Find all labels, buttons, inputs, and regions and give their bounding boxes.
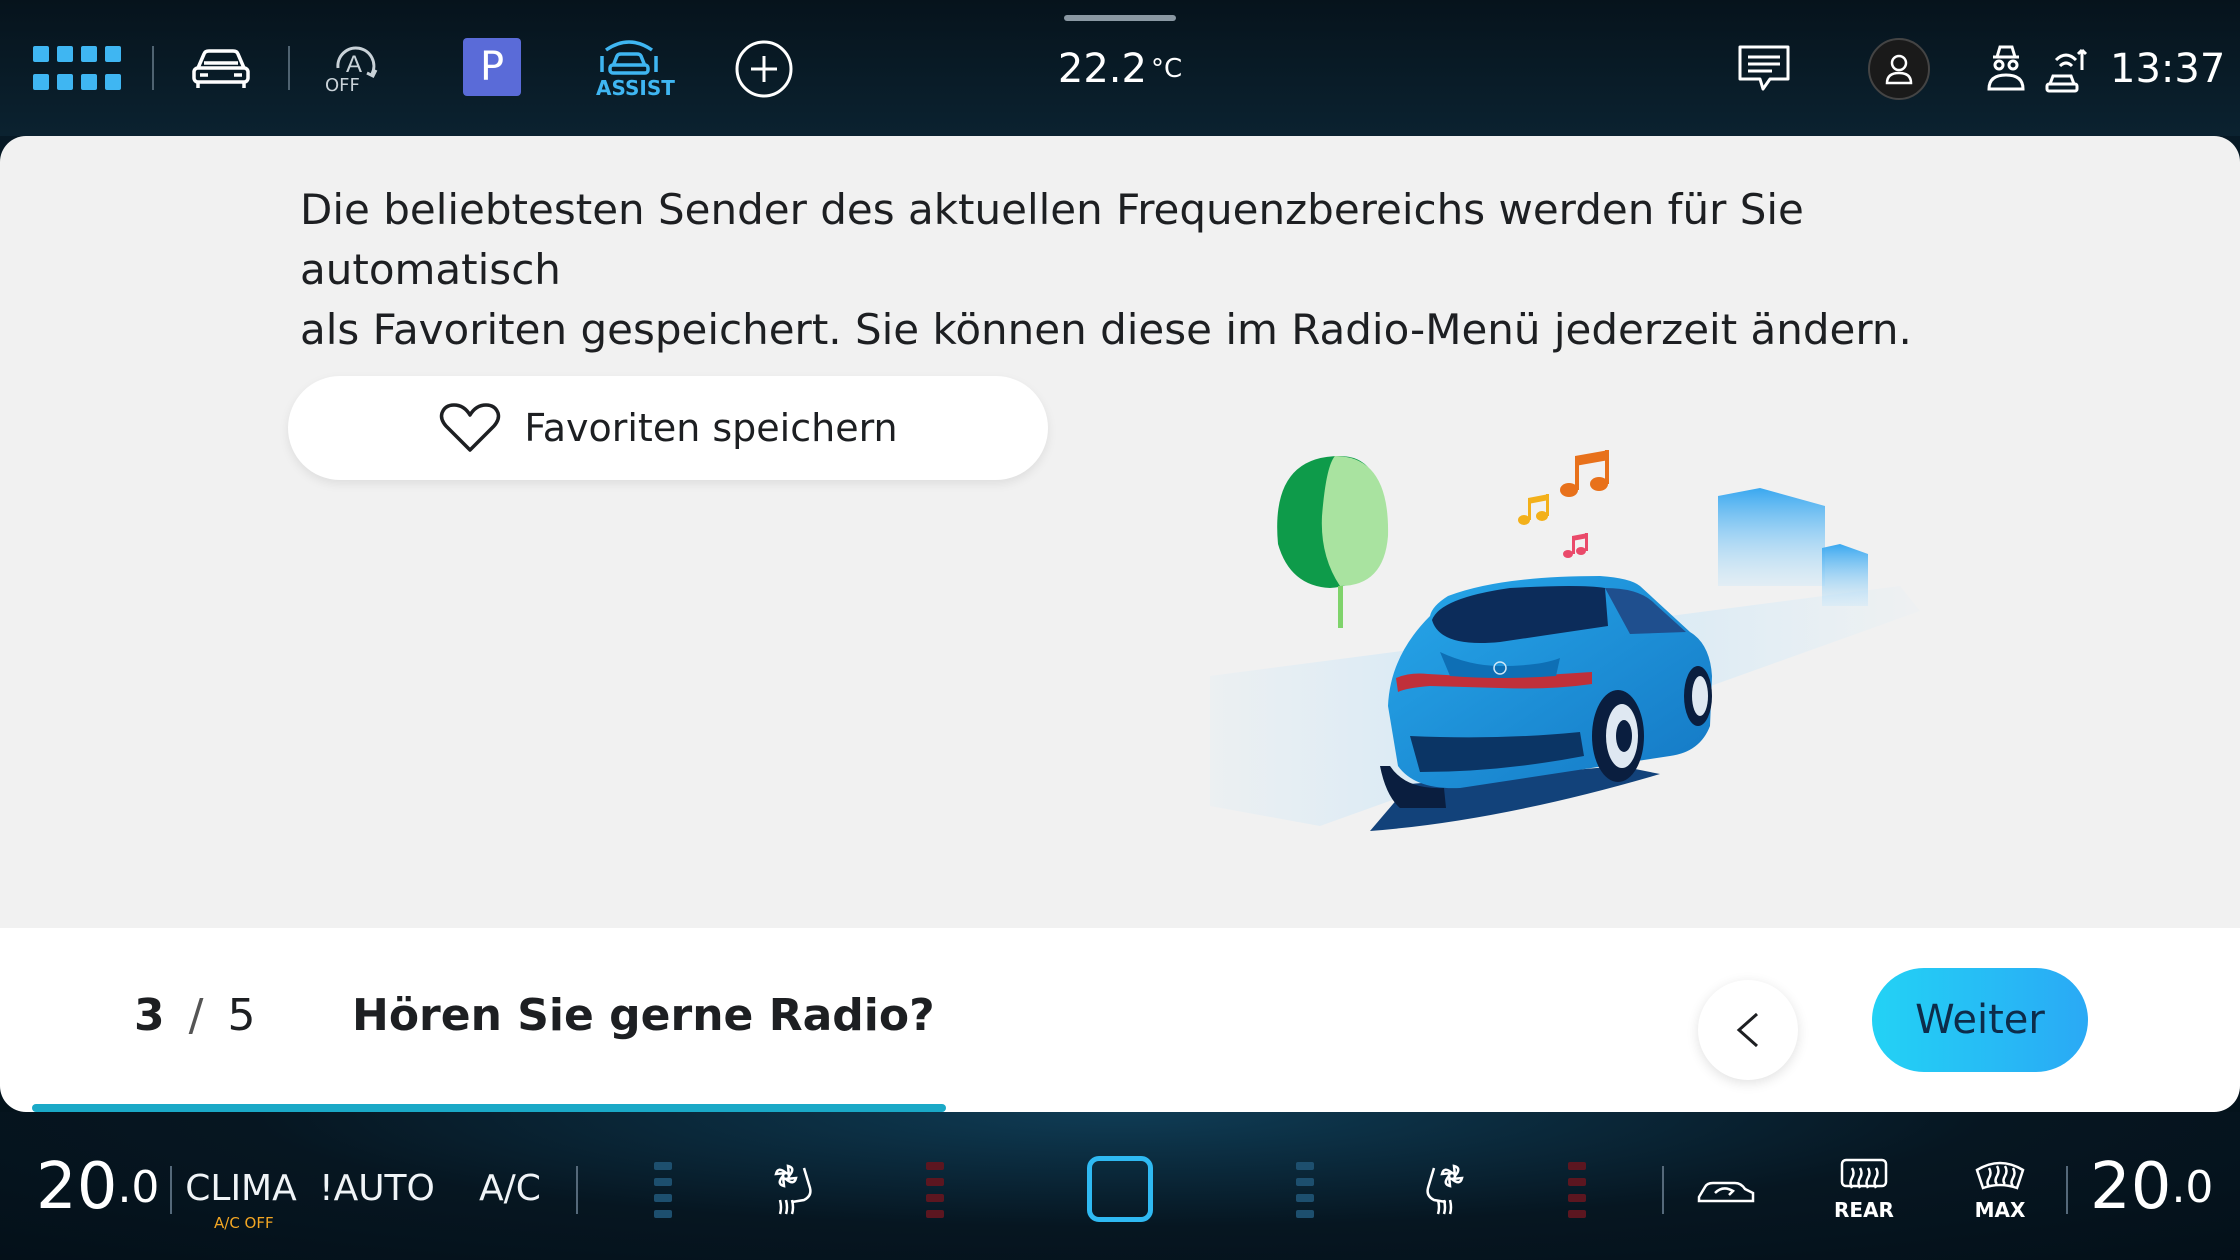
- driver-temperature[interactable]: 20.0: [36, 1150, 160, 1224]
- park-button[interactable]: P: [463, 38, 521, 96]
- description-text: Die beliebtesten Sender des aktuellen Fr…: [300, 180, 1940, 360]
- divider: [170, 1166, 172, 1214]
- step-question: Hören Sie gerne Radio?: [352, 990, 935, 1041]
- save-favorites-label: Favoriten speichern: [524, 406, 898, 450]
- max-defrost-label: MAX: [1974, 1198, 2026, 1222]
- divider: [152, 46, 154, 90]
- divider: [2066, 1166, 2068, 1214]
- divider: [1662, 1166, 1664, 1214]
- radio-car-illustration: [1210, 450, 1920, 831]
- temperature-unit: °C: [1150, 54, 1183, 84]
- passenger-seat-ventilation-icon[interactable]: [1412, 1160, 1472, 1220]
- driver-seat-ventilation-icon[interactable]: [766, 1160, 826, 1220]
- assist-car-icon[interactable]: [596, 36, 662, 76]
- onboarding-step-bar: 3 / 5 Hören Sie gerne Radio? Weiter: [0, 928, 2240, 1112]
- passenger-temperature[interactable]: 20.0: [2090, 1150, 2214, 1224]
- svg-text:A: A: [346, 51, 362, 78]
- max-defrost-icon[interactable]: [1972, 1156, 2028, 1196]
- outside-temperature: 22.2 °C: [1057, 44, 1183, 94]
- progress-fill: [32, 1104, 946, 1112]
- rear-defrost-icon[interactable]: [1836, 1156, 1892, 1196]
- step-indicator: 3 / 5: [134, 990, 255, 1041]
- privacy-mode-icon[interactable]: [1984, 42, 2028, 94]
- ac-button[interactable]: A/C: [470, 1164, 550, 1212]
- description-line-1: Die beliebtesten Sender des aktuellen Fr…: [300, 185, 1804, 294]
- screen: A OFF P ASSIST 22.2 °C 13:37 Die beliebt…: [0, 0, 2240, 1260]
- auto-button[interactable]: !AUTO: [319, 1164, 435, 1212]
- car-connectivity-icon[interactable]: [2044, 44, 2088, 94]
- status-bar: A OFF P ASSIST 22.2 °C 13:37: [0, 0, 2240, 136]
- driver-temp-decimal: .0: [117, 1161, 160, 1213]
- back-button[interactable]: [1698, 980, 1798, 1080]
- step-separator: /: [188, 990, 204, 1041]
- climate-menu-button[interactable]: [1087, 1156, 1153, 1222]
- ac-off-status: A/C OFF: [214, 1214, 274, 1232]
- driver-seat-heat-level: [926, 1162, 944, 1218]
- divider: [576, 1166, 578, 1214]
- save-favorites-button[interactable]: Favoriten speichern: [288, 376, 1048, 480]
- climate-bar: 20.0 CLIMA A/C OFF !AUTO A/C REAR MAX 20…: [0, 1112, 2240, 1260]
- driver-fan-level: [654, 1162, 672, 1218]
- progress-bar: [32, 1104, 2208, 1112]
- auto-hold-status: OFF: [325, 75, 360, 96]
- recirculation-icon[interactable]: [1694, 1166, 1758, 1212]
- description-line-2: als Favoriten gespeichert. Sie können di…: [300, 305, 1912, 354]
- car-icon[interactable]: [186, 40, 256, 96]
- rear-defrost-label: REAR: [1834, 1198, 1894, 1222]
- passenger-fan-level: [1296, 1162, 1314, 1218]
- clock: 13:37: [2110, 46, 2226, 92]
- driver-temp-main: 20: [36, 1150, 118, 1224]
- add-shortcut-icon[interactable]: [733, 38, 795, 100]
- user-profile-icon[interactable]: [1868, 38, 1930, 100]
- passenger-seat-heat-level: [1568, 1162, 1586, 1218]
- step-total: 5: [227, 990, 256, 1041]
- onboarding-card: Die beliebtesten Sender des aktuellen Fr…: [0, 136, 2240, 928]
- step-current: 3: [134, 990, 165, 1041]
- passenger-temp-decimal: .0: [2171, 1161, 2214, 1213]
- apps-grid-icon[interactable]: [32, 46, 122, 90]
- chevron-left-icon: [1736, 1012, 1758, 1048]
- temperature-value: 22.2: [1057, 46, 1147, 92]
- assist-label: ASSIST: [596, 76, 675, 100]
- heart-icon: [440, 403, 501, 452]
- passenger-temp-main: 20: [2090, 1150, 2172, 1224]
- messages-icon[interactable]: [1736, 42, 1792, 96]
- next-button[interactable]: Weiter: [1872, 968, 2088, 1072]
- pull-down-handle[interactable]: [1064, 15, 1176, 21]
- divider: [288, 46, 290, 90]
- clima-button[interactable]: CLIMA: [185, 1164, 297, 1212]
